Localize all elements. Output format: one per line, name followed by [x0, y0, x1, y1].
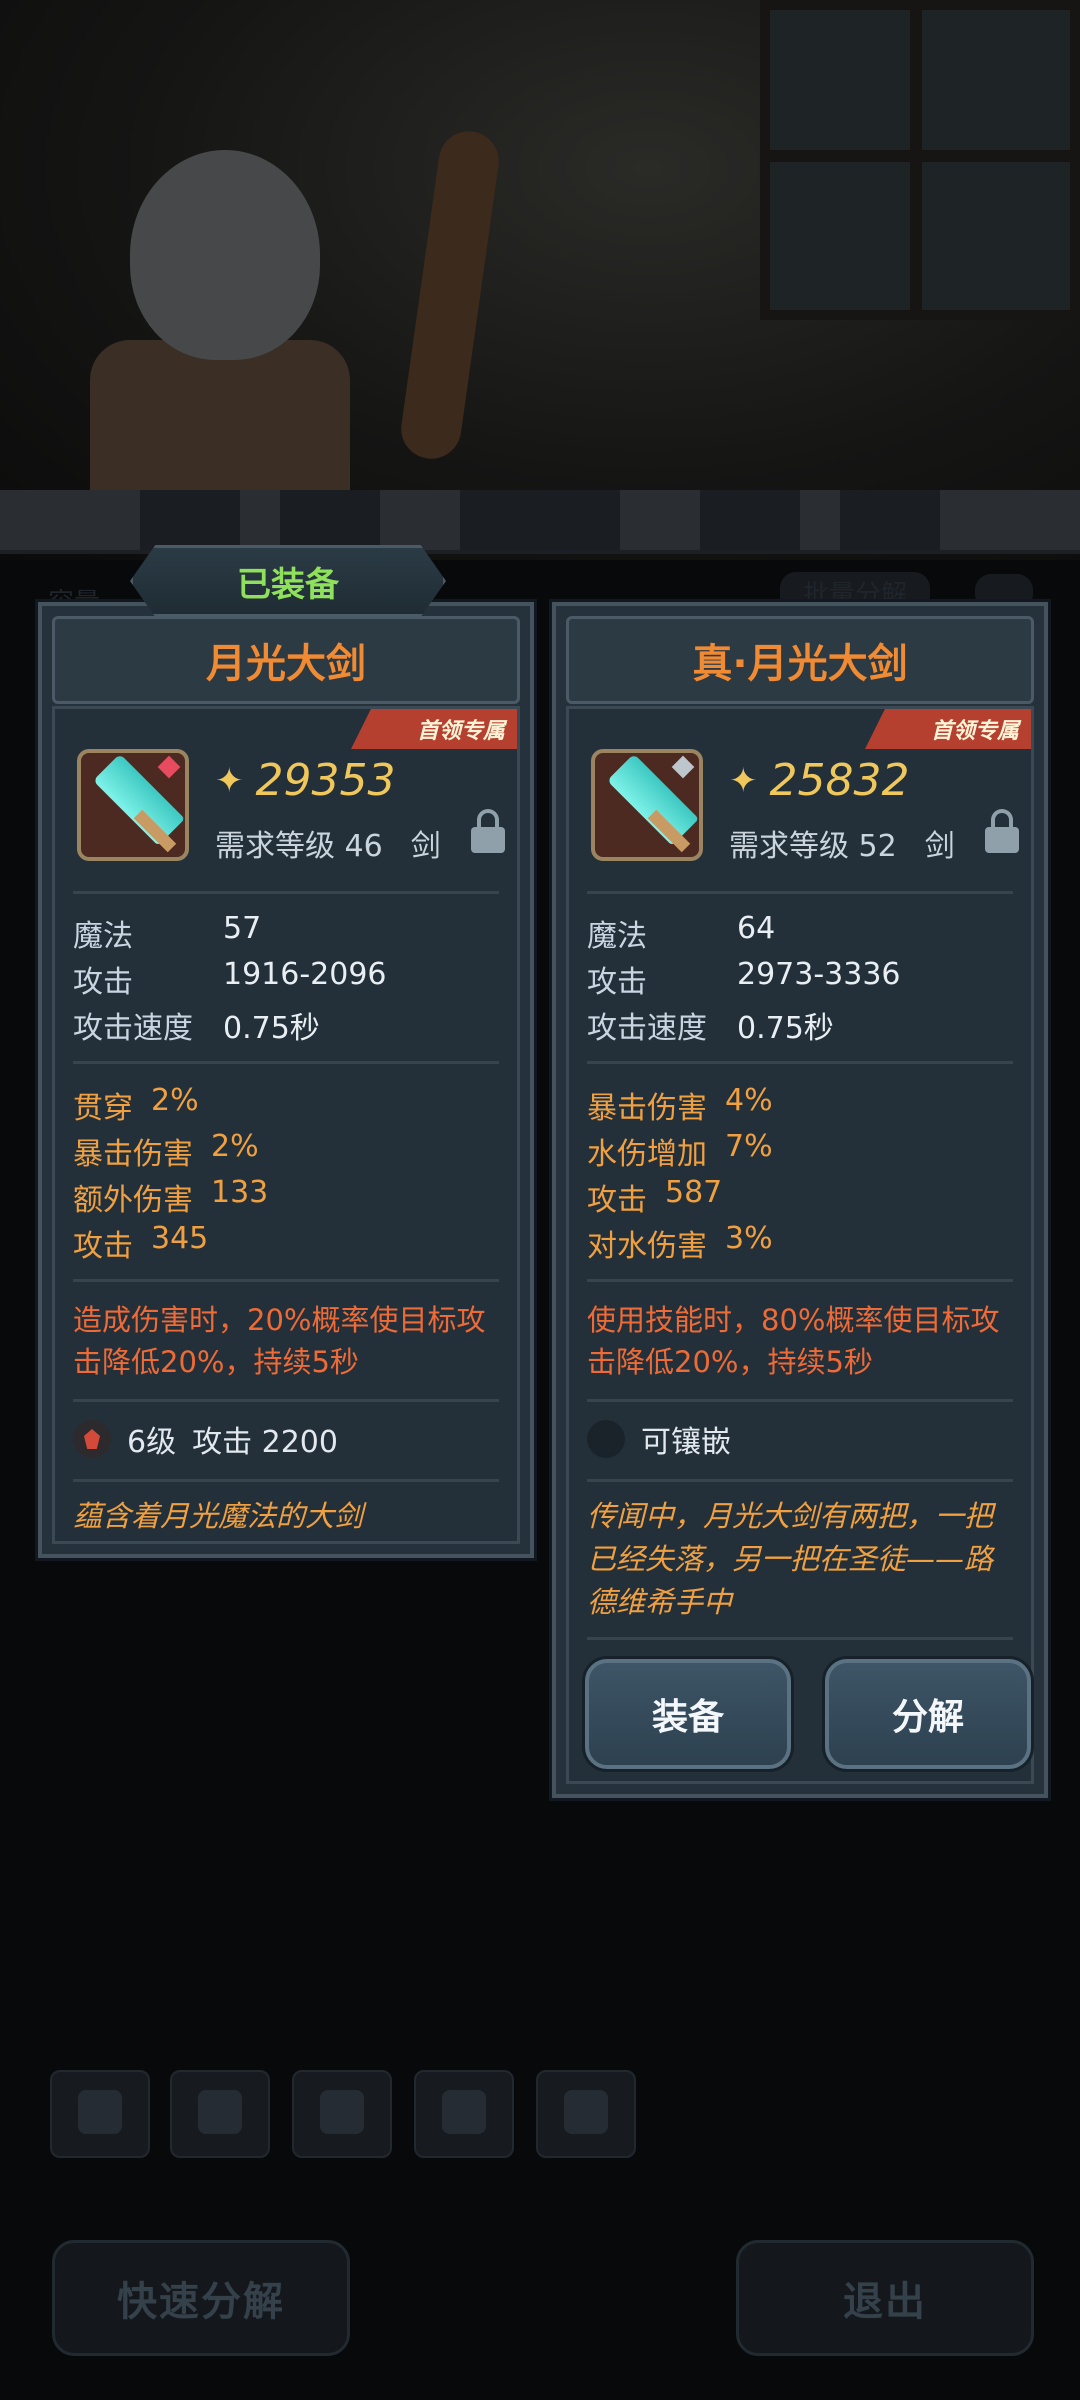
divider [73, 891, 499, 894]
divider [73, 1479, 499, 1482]
divider [587, 1479, 1013, 1482]
action-buttons: 装备 分解 [569, 1659, 1031, 1769]
boss-exclusive-tag: 首领专属 [351, 709, 517, 749]
bonus-stat-row: 攻击 345 [73, 1221, 209, 1264]
special-effect: 使用技能时，80%概率使目标攻击降低20%，持续5秒 [587, 1303, 1000, 1379]
combat-power: ✦ 29353 [215, 755, 395, 806]
divider [73, 1399, 499, 1402]
divider [73, 1279, 499, 1282]
weapon-type: 剑 [410, 829, 441, 864]
combat-power: ✦ 25832 [729, 755, 909, 806]
filter-material-icon[interactable] [414, 2070, 514, 2158]
item-name: 月光大剑 [52, 616, 520, 704]
socket-status: 可镶嵌 [641, 1425, 731, 1460]
bonus-stat-row: 对水伤害 3% [587, 1221, 773, 1264]
requirement-line: 需求等级 46 剑 [215, 821, 441, 865]
scene-character-arm [397, 127, 503, 463]
equipped-tab: 已装备 [130, 545, 446, 617]
bonus-stat-row: 水伤增加 7% [587, 1129, 773, 1172]
divider [587, 1399, 1013, 1402]
gem-level: 6级 [127, 1425, 177, 1460]
empty-socket-icon [587, 1420, 625, 1458]
compare-item-card: 真·月光大剑 首领专属 ✦ 25832 需求等级 52 剑 魔法 64 攻击 297… [552, 602, 1048, 1798]
item-detail-panel: 首领专属 ✦ 29353 需求等级 46 剑 魔法 57 攻击 1916-2096 … [52, 706, 520, 1544]
required-level: 需求等级 52 [729, 829, 897, 864]
exit-button[interactable]: 退出 [736, 2240, 1034, 2356]
background-scene [0, 0, 1080, 560]
bonus-stat-row: 攻击 587 [587, 1175, 723, 1218]
stat-row: 魔法 57 [73, 911, 262, 954]
scene-desk [0, 490, 1080, 550]
bonus-stat-row: 暴击伤害 2% [73, 1129, 259, 1172]
special-effect: 造成伤害时，20%概率使目标攻击降低20%，持续5秒 [73, 1303, 486, 1379]
item-detail-panel: 首领专属 ✦ 25832 需求等级 52 剑 魔法 64 攻击 2973-3336 … [566, 706, 1034, 1784]
weapon-type: 剑 [924, 829, 955, 864]
divider [587, 1061, 1013, 1064]
bonus-stat-row: 暴击伤害 4% [587, 1083, 773, 1126]
item-lore: 传闻中，月光大剑有两把，一把已经失落，另一把在圣徒——路德维希手中 [587, 1499, 994, 1619]
filter-weapon-icon[interactable] [50, 2070, 150, 2158]
socketed-gem: 6级 攻击 2200 [73, 1417, 338, 1461]
power-icon: ✦ [729, 760, 758, 801]
rarity-gem-icon [157, 755, 181, 779]
boss-exclusive-tag: 首领专属 [865, 709, 1031, 749]
bonus-stat-row: 贯穿 2% [73, 1083, 199, 1126]
requirement-line: 需求等级 52 剑 [729, 821, 955, 865]
stat-row: 魔法 64 [587, 911, 776, 954]
scene-character-head [130, 150, 320, 360]
filter-gem-icon[interactable] [292, 2070, 392, 2158]
stat-row: 攻击速度 0.75秒 [587, 1011, 834, 1046]
stat-row: 攻击速度 0.75秒 [73, 1011, 320, 1046]
divider [587, 1637, 1013, 1640]
rarity-gem-icon [671, 755, 695, 779]
gem-stat: 攻击 2200 [192, 1425, 338, 1460]
filter-pet-icon[interactable] [170, 2070, 270, 2158]
divider [587, 1279, 1013, 1282]
power-icon: ✦ [215, 760, 244, 801]
sword-icon [77, 749, 189, 861]
scene-character-body [90, 340, 350, 500]
item-name: 真·月光大剑 [566, 616, 1034, 704]
stat-row: 攻击 1916-2096 [73, 957, 387, 1000]
divider [73, 1061, 499, 1064]
stat-row: 攻击 2973-3336 [587, 957, 901, 1000]
empty-socket: 可镶嵌 [587, 1417, 731, 1461]
item-lore: 蕴含着月光魔法的大剑 [73, 1499, 364, 1533]
divider [587, 891, 1013, 894]
equipped-item-card: 月光大剑 首领专属 ✦ 29353 需求等级 46 剑 魔法 57 攻击 1916-… [38, 602, 534, 1558]
sword-icon [591, 749, 703, 861]
bonus-stat-row: 额外伤害 133 [73, 1175, 269, 1218]
power-value: 29353 [255, 755, 396, 806]
lock-icon[interactable] [471, 809, 505, 853]
scene-window [760, 0, 1080, 320]
power-value: 25832 [769, 755, 910, 806]
lock-icon[interactable] [985, 809, 1019, 853]
filter-chest-icon[interactable] [536, 2070, 636, 2158]
required-level: 需求等级 46 [215, 829, 383, 864]
ruby-gem-icon [73, 1420, 111, 1458]
equip-button[interactable]: 装备 [585, 1659, 791, 1769]
quick-decompose-button[interactable]: 快速分解 [52, 2240, 350, 2356]
decompose-button[interactable]: 分解 [825, 1659, 1031, 1769]
